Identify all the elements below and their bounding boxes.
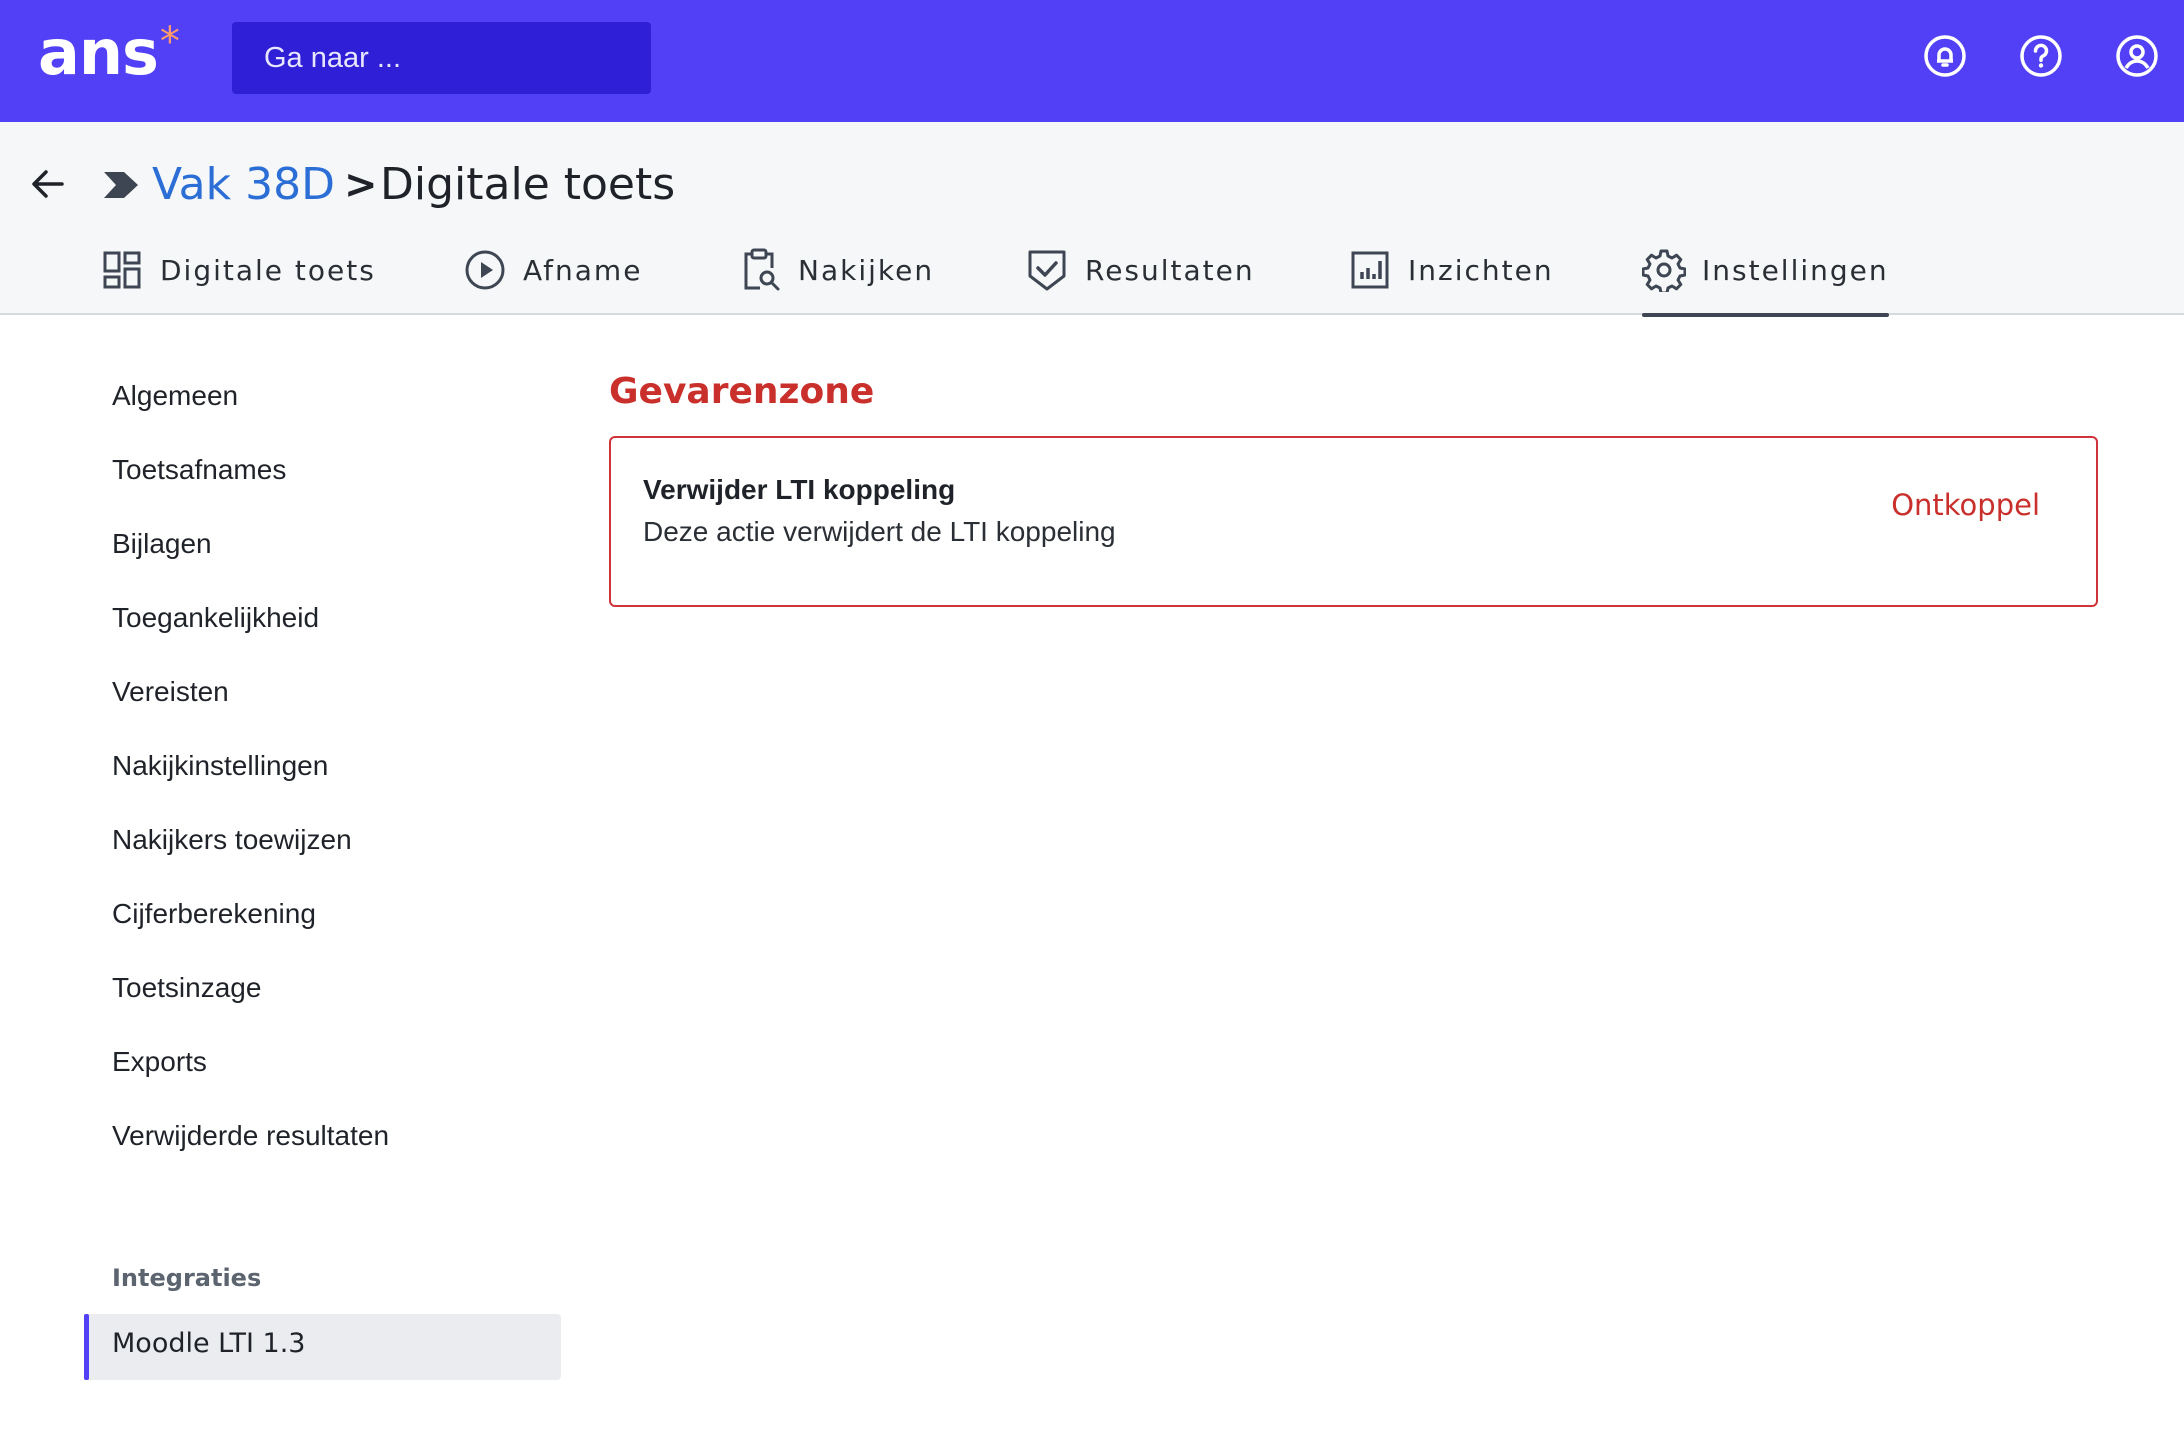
sidebar-item-toegankelijkheid[interactable]: Toegankelijkheid <box>112 600 319 636</box>
tab-label: Digitale toets <box>160 253 376 287</box>
tab-afname[interactable]: Afname <box>463 225 642 315</box>
sidebar-item-nakijkers-toewijzen[interactable]: Nakijkers toewijzen <box>112 822 352 858</box>
tab-label: Afname <box>523 253 643 287</box>
sidebar-item-label: Moodle LTI 1.3 <box>112 1328 306 1359</box>
sidebar-item-vereisten[interactable]: Vereisten <box>112 674 229 710</box>
logo-asterisk: * <box>159 19 180 65</box>
page-title: Digitale toets <box>380 159 676 210</box>
bell-icon[interactable] <box>1922 33 1968 79</box>
settings-sidebar: Algemeen Toetsafnames Bijlagen Toegankel… <box>0 318 580 1428</box>
user-icon[interactable] <box>2114 33 2160 79</box>
breadcrumb-separator: > <box>344 162 378 208</box>
sidebar-section-title: Integraties <box>112 1264 262 1292</box>
shield-check-icon <box>1025 248 1069 292</box>
chart-icon <box>1348 248 1392 292</box>
sidebar-item-moodle-lti[interactable]: Moodle LTI 1.3 <box>84 1314 561 1380</box>
card-description: Deze actie verwijdert de LTI koppeling <box>643 516 1116 547</box>
tab-bar: Digitale toets Afname Nakijken Resultate… <box>0 225 2184 317</box>
tab-label: Resultaten <box>1085 253 1255 287</box>
breadcrumb-chevron-icon <box>104 172 138 203</box>
search-input[interactable] <box>232 22 651 94</box>
sidebar-item-toetsafnames[interactable]: Toetsafnames <box>112 452 286 488</box>
active-indicator <box>84 1314 89 1380</box>
sidebar-item-nakijkinstellingen[interactable]: Nakijkinstellingen <box>112 748 328 784</box>
sidebar-item-algemeen[interactable]: Algemeen <box>112 378 238 414</box>
tab-inzichten[interactable]: Inzichten <box>1348 225 1554 315</box>
tab-nakijken[interactable]: Nakijken <box>738 225 934 315</box>
danger-zone-card: Verwijder LTI koppeling Deze actie verwi… <box>609 436 2098 607</box>
play-icon <box>463 248 507 292</box>
sidebar-item-verwijderde-resultaten[interactable]: Verwijderde resultaten <box>112 1118 389 1154</box>
tab-instellingen[interactable]: Instellingen <box>1642 225 1889 317</box>
section-title: Gevarenzone <box>609 371 875 412</box>
gear-icon <box>1642 248 1686 292</box>
ans-logo[interactable]: ans * <box>38 20 180 100</box>
card-title: Verwijder LTI koppeling <box>643 474 956 505</box>
sidebar-item-bijlagen[interactable]: Bijlagen <box>112 526 212 562</box>
breadcrumb-parent-link[interactable]: Vak 38D <box>152 158 335 212</box>
tab-resultaten[interactable]: Resultaten <box>1025 225 1255 315</box>
back-arrow-icon[interactable] <box>26 162 70 206</box>
tab-digitale-toets[interactable]: Digitale toets <box>100 225 376 315</box>
clipboard-search-icon <box>738 248 782 292</box>
page-header: Vak 38D > Digitale toets Digitale toets <box>0 122 2184 317</box>
tab-label: Inzichten <box>1408 253 1554 287</box>
sidebar-item-exports[interactable]: Exports <box>112 1044 207 1080</box>
help-icon[interactable] <box>2018 33 2064 79</box>
top-navigation-bar: ans * <box>0 0 2184 122</box>
dashboard-icon <box>100 248 144 292</box>
sidebar-item-toetsinzage[interactable]: Toetsinzage <box>112 970 261 1006</box>
tab-label: Nakijken <box>798 253 935 287</box>
logo-text: ans <box>38 16 159 89</box>
tab-label: Instellingen <box>1702 253 1889 287</box>
unlink-button[interactable]: Ontkoppel <box>1891 488 2040 522</box>
sidebar-item-cijferberekening[interactable]: Cijferberekening <box>112 896 316 932</box>
